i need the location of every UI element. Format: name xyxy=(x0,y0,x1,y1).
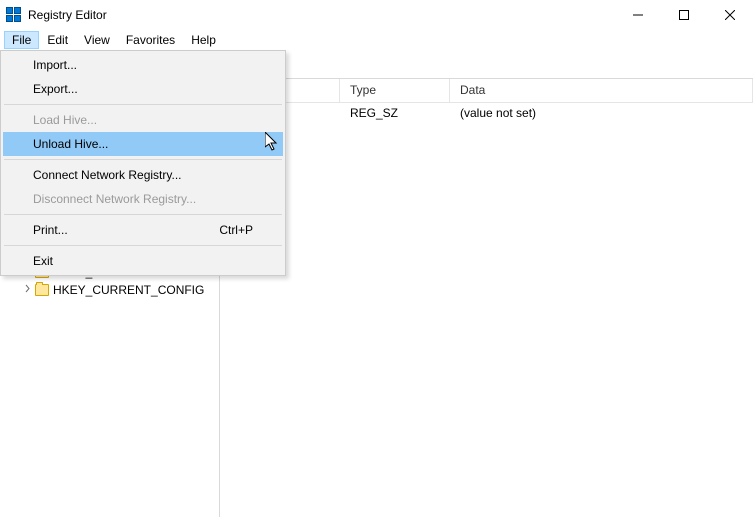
menu-item-label: Unload Hive... xyxy=(33,137,108,151)
menu-separator xyxy=(4,159,282,160)
minimize-button[interactable] xyxy=(615,0,661,30)
menu-item-unload-hive[interactable]: Unload Hive... xyxy=(3,132,283,156)
file-dropdown: Import... Export... Load Hive... Unload … xyxy=(0,50,286,276)
chevron-right-icon[interactable] xyxy=(22,284,33,296)
menu-file[interactable]: File xyxy=(4,31,39,49)
menu-item-print[interactable]: Print... Ctrl+P xyxy=(3,218,283,242)
menu-item-label: Load Hive... xyxy=(33,113,97,127)
menu-separator xyxy=(4,245,282,246)
menu-item-export[interactable]: Export... xyxy=(3,77,283,101)
column-header-data[interactable]: Data xyxy=(450,79,753,102)
window-title: Registry Editor xyxy=(28,8,107,22)
menu-favorites[interactable]: Favorites xyxy=(118,31,183,49)
regedit-icon xyxy=(6,7,22,23)
menu-item-label: Export... xyxy=(33,82,78,96)
menu-item-import[interactable]: Import... xyxy=(3,53,283,77)
folder-icon xyxy=(35,284,49,296)
menu-item-connect-network-registry[interactable]: Connect Network Registry... xyxy=(3,163,283,187)
maximize-button[interactable] xyxy=(661,0,707,30)
menu-edit[interactable]: Edit xyxy=(39,31,76,49)
menu-item-load-hive: Load Hive... xyxy=(3,108,283,132)
menu-view[interactable]: View xyxy=(76,31,118,49)
menu-item-label: Import... xyxy=(33,58,77,72)
menu-item-shortcut: Ctrl+P xyxy=(219,223,253,237)
menu-item-label: Disconnect Network Registry... xyxy=(33,192,196,206)
list-row[interactable]: REG_SZ (value not set) xyxy=(220,103,753,123)
menu-separator xyxy=(4,214,282,215)
close-button[interactable] xyxy=(707,0,753,30)
menu-item-exit[interactable]: Exit xyxy=(3,249,283,273)
cell-data: (value not set) xyxy=(450,103,753,123)
window-controls xyxy=(615,0,753,30)
cell-type: REG_SZ xyxy=(340,103,450,123)
tree-item-hkey-current-config[interactable]: HKEY_CURRENT_CONFIG xyxy=(0,281,219,299)
menu-item-disconnect-network-registry: Disconnect Network Registry... xyxy=(3,187,283,211)
menu-help[interactable]: Help xyxy=(183,31,224,49)
menu-item-label: Print... xyxy=(33,223,68,237)
menu-item-label: Exit xyxy=(33,254,53,268)
menu-bar: File Edit View Favorites Help xyxy=(0,30,753,50)
menu-separator xyxy=(4,104,282,105)
list-header: Type Data xyxy=(220,79,753,103)
title-bar: Registry Editor xyxy=(0,0,753,30)
tree-item-label: HKEY_CURRENT_CONFIG xyxy=(53,283,204,297)
menu-item-label: Connect Network Registry... xyxy=(33,168,182,182)
list-pane[interactable]: Type Data REG_SZ (value not set) xyxy=(220,79,753,517)
column-header-type[interactable]: Type xyxy=(340,79,450,102)
